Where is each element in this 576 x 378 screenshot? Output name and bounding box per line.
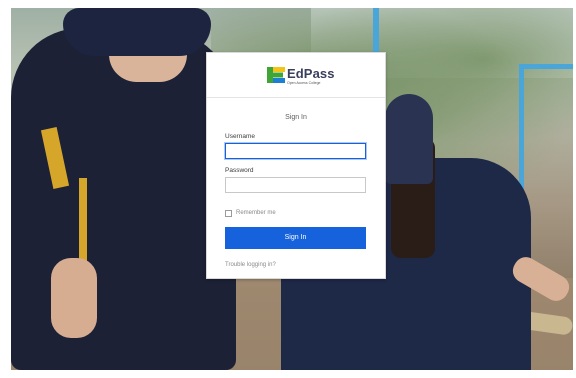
playground-bar: [519, 64, 573, 69]
student-arm: [51, 258, 97, 338]
brand-name: EdPass: [287, 66, 335, 81]
uniform-stripe: [40, 126, 70, 190]
signin-heading: Sign In: [285, 114, 307, 121]
username-label: Username: [225, 133, 255, 140]
username-input[interactable]: [225, 143, 366, 159]
signin-card: EdPass Open Access College Sign In Usern…: [206, 52, 386, 279]
remember-me-label[interactable]: Remember me: [236, 210, 276, 216]
edpass-logo-icon: [267, 67, 285, 83]
student-hat: [63, 8, 211, 56]
brand-header: EdPass Open Access College: [207, 53, 385, 98]
sign-in-button[interactable]: Sign In: [225, 227, 366, 249]
password-label: Password: [225, 167, 254, 174]
trouble-logging-in-link[interactable]: Trouble logging in?: [225, 262, 276, 268]
remember-me-checkbox[interactable]: [225, 210, 232, 217]
student-left: [11, 28, 236, 370]
brand-subtitle: Open Access College: [287, 81, 321, 85]
student-hat: [385, 94, 433, 184]
password-input[interactable]: [225, 177, 366, 193]
